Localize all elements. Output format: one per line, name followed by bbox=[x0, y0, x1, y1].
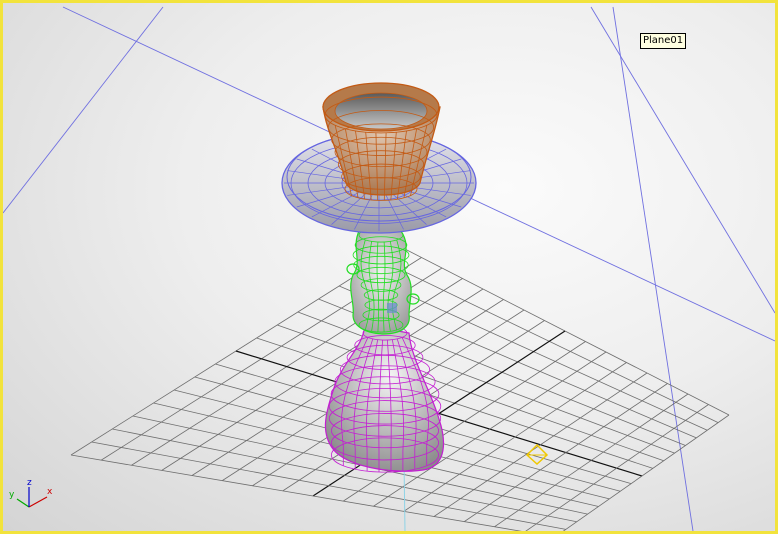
grid-line bbox=[91, 441, 566, 530]
axis-label-z: z bbox=[27, 478, 32, 488]
object-name-tooltip: Plane01 bbox=[640, 33, 687, 49]
grid-line bbox=[525, 404, 709, 531]
grid-line bbox=[494, 393, 689, 528]
light-gizmo-icon[interactable] bbox=[525, 443, 549, 466]
guide-line bbox=[612, 6, 694, 531]
axis-tripod: x y z bbox=[9, 478, 53, 508]
hookah-stem-mesh[interactable] bbox=[346, 227, 420, 335]
guide-line bbox=[590, 6, 775, 314]
axis-label-y: y bbox=[9, 490, 15, 500]
hookah-base-mesh[interactable] bbox=[324, 324, 445, 473]
grid-line bbox=[70, 454, 522, 531]
perspective-viewport[interactable]: x y z Plane01 bbox=[0, 0, 778, 534]
scene-canvas[interactable]: x y z bbox=[3, 3, 775, 531]
guide-line bbox=[3, 6, 164, 214]
grid-line bbox=[464, 383, 668, 522]
pivot-gizmo[interactable] bbox=[387, 303, 397, 313]
grid-line bbox=[562, 414, 730, 531]
axis-label-x: x bbox=[47, 487, 53, 497]
